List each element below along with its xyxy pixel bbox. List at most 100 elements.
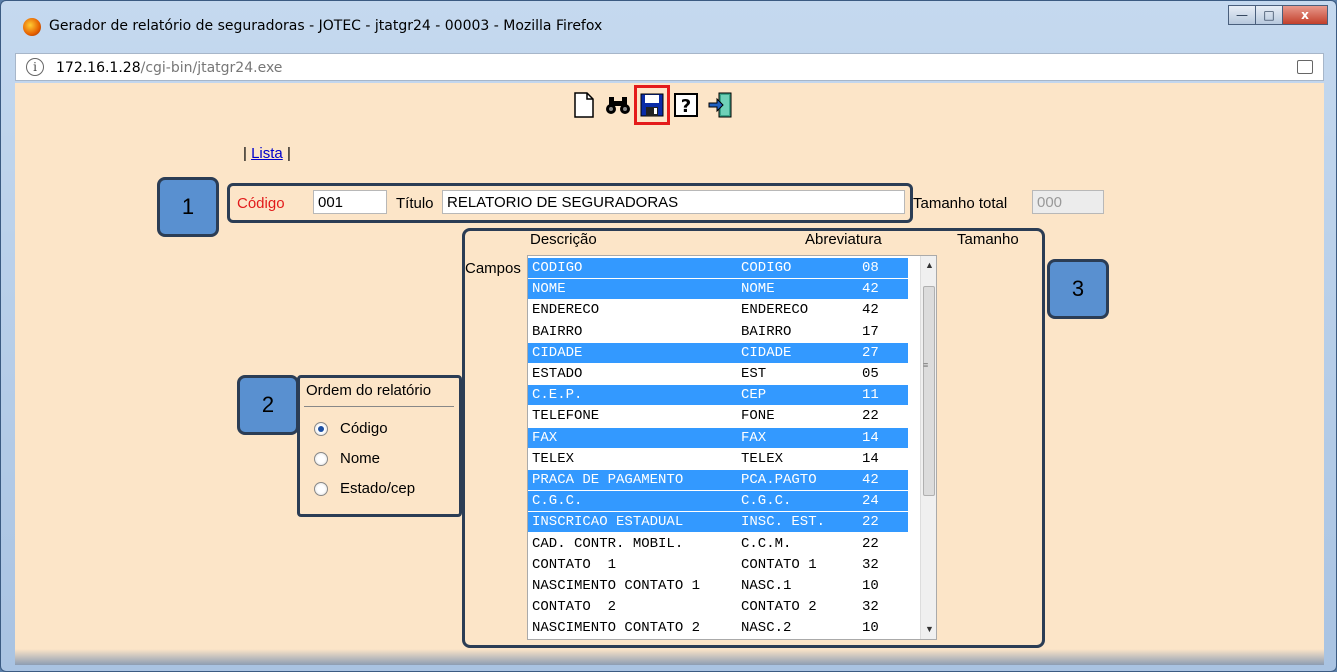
callout-box-2: Ordem do relatório Código Nome Estado/ce… bbox=[297, 375, 462, 517]
field-size: 17 bbox=[862, 323, 879, 340]
tamanho-total-label: Tamanho total bbox=[913, 195, 1008, 212]
header-abreviatura: Abreviatura bbox=[805, 231, 882, 248]
field-row[interactable]: ENDERECO ENDERECO 42 bbox=[528, 300, 908, 320]
field-row[interactable]: CIDADE CIDADE 27 bbox=[528, 342, 908, 363]
help-icon[interactable]: ? bbox=[672, 89, 700, 121]
field-size: 24 bbox=[862, 493, 879, 510]
field-row[interactable]: C.E.P. CEP 11 bbox=[528, 385, 908, 406]
field-abbr: C.G.C. bbox=[741, 493, 792, 510]
callout-badge-2: 2 bbox=[237, 375, 299, 435]
codigo-input[interactable]: 001 bbox=[313, 190, 387, 214]
scroll-up-icon[interactable]: ▲ bbox=[925, 260, 934, 270]
order-radio-nome[interactable] bbox=[314, 452, 328, 466]
field-size: 22 bbox=[862, 535, 879, 552]
listbox-scrollbar[interactable]: ▲ ≡ ▼ bbox=[920, 256, 936, 639]
nav-links: | Lista | bbox=[243, 145, 291, 162]
field-row[interactable]: CONTATO 1 CONTATO 1 32 bbox=[528, 555, 908, 575]
field-abbr: EST bbox=[741, 366, 767, 382]
search-binoculars-icon[interactable] bbox=[604, 89, 632, 121]
nav-separator: | bbox=[243, 145, 247, 162]
reader-view-icon[interactable] bbox=[1297, 60, 1313, 74]
field-desc: BAIRRO bbox=[532, 323, 583, 340]
nav-separator: | bbox=[286, 145, 291, 162]
field-abbr: NASC.2 bbox=[741, 620, 792, 637]
field-abbr: C.C.M. bbox=[741, 535, 792, 552]
field-size: 10 bbox=[862, 578, 879, 594]
site-info-icon[interactable]: i bbox=[26, 58, 44, 76]
field-row[interactable]: TELEX TELEX 14 bbox=[528, 449, 908, 469]
field-row[interactable]: TELEFONE FONE 22 bbox=[528, 406, 908, 426]
minimize-button[interactable]: — bbox=[1228, 5, 1256, 25]
page-content: ? | Lista | Código 001 Título RELATORIO … bbox=[15, 83, 1324, 665]
field-row[interactable]: INSCRICAO ESTADUAL INSC. EST. 22 bbox=[528, 512, 908, 533]
address-bar[interactable]: i 172.16.1.28/cgi-bin/jtatgr24.exe bbox=[15, 53, 1324, 81]
field-size: 42 bbox=[862, 302, 879, 319]
window-title: Gerador de relatório de seguradoras - JO… bbox=[49, 18, 603, 34]
browser-window: Gerador de relatório de seguradoras - JO… bbox=[0, 0, 1337, 672]
field-size: 14 bbox=[862, 450, 879, 467]
new-document-icon[interactable] bbox=[570, 89, 598, 121]
maximize-button[interactable]: □ bbox=[1255, 5, 1283, 25]
order-radio-estado-cep[interactable] bbox=[314, 482, 328, 496]
field-desc: FAX bbox=[532, 429, 558, 446]
field-desc: C.E.P. bbox=[532, 387, 583, 404]
firefox-icon bbox=[23, 18, 41, 36]
scroll-grip-icon: ≡ bbox=[923, 360, 929, 370]
field-desc: CONTATO 2 bbox=[532, 599, 617, 616]
field-row[interactable]: CODIGO CODIGO 08 bbox=[528, 258, 908, 278]
field-abbr: CIDADE bbox=[741, 344, 792, 361]
order-label-codigo: Código bbox=[340, 420, 388, 437]
callout-badge-1: 1 bbox=[157, 177, 219, 237]
field-size: 10 bbox=[862, 620, 879, 637]
order-title: Ordem do relatório bbox=[306, 382, 432, 399]
field-desc: ESTADO bbox=[532, 366, 583, 382]
order-label-nome: Nome bbox=[340, 450, 381, 467]
order-divider bbox=[304, 406, 454, 407]
url-path: /cgi-bin/jtatgr24.exe bbox=[140, 60, 283, 76]
url-text[interactable]: 172.16.1.28/cgi-bin/jtatgr24.exe bbox=[56, 60, 282, 76]
field-abbr: CEP bbox=[741, 387, 767, 404]
lista-link[interactable]: Lista bbox=[251, 145, 283, 162]
toolbar: ? bbox=[570, 85, 734, 125]
field-desc: NASCIMENTO CONTATO 2 bbox=[532, 620, 701, 637]
field-abbr: CONTATO 2 bbox=[741, 599, 817, 616]
field-row[interactable]: FAX FAX 14 bbox=[528, 427, 908, 448]
field-size: 27 bbox=[862, 344, 879, 361]
field-size: 05 bbox=[862, 366, 879, 382]
scroll-thumb[interactable] bbox=[923, 286, 935, 496]
field-desc: CIDADE bbox=[532, 344, 583, 361]
field-size: 32 bbox=[862, 599, 879, 616]
exit-icon[interactable] bbox=[706, 89, 734, 121]
field-row[interactable]: NASCIMENTO CONTATO 1 NASC.1 10 bbox=[528, 576, 908, 596]
scroll-down-icon[interactable]: ▼ bbox=[925, 624, 934, 634]
order-radio-codigo[interactable] bbox=[314, 422, 328, 436]
url-host: 172.16.1.28 bbox=[56, 60, 141, 76]
field-row[interactable]: NOME NOME 42 bbox=[528, 279, 908, 300]
field-size: 42 bbox=[862, 281, 879, 298]
field-abbr: CODIGO bbox=[741, 260, 792, 276]
close-button[interactable]: x bbox=[1282, 5, 1328, 25]
field-size: 11 bbox=[862, 387, 879, 404]
field-row[interactable]: CAD. CONTR. MOBIL. C.C.M. 22 bbox=[528, 534, 908, 554]
field-row[interactable]: ESTADO EST 05 bbox=[528, 364, 908, 384]
save-disk-icon[interactable] bbox=[634, 85, 670, 125]
field-row[interactable]: BAIRRO BAIRRO 17 bbox=[528, 322, 908, 342]
window-controls: — □ x bbox=[1228, 5, 1328, 25]
tamanho-total-input: 000 bbox=[1032, 190, 1104, 214]
field-row[interactable]: PRACA DE PAGAMENTO PCA.PAGTO 42 bbox=[528, 470, 908, 490]
codigo-label: Código bbox=[237, 195, 285, 212]
field-row[interactable]: NASCIMENTO CONTATO 2 NASC.2 10 bbox=[528, 618, 908, 638]
field-desc: INSCRICAO ESTADUAL bbox=[532, 514, 684, 531]
svg-text:?: ? bbox=[681, 96, 691, 117]
title-bar: Gerador de relatório de seguradoras - JO… bbox=[1, 1, 1336, 53]
field-row[interactable]: CONTATO 2 CONTATO 2 32 bbox=[528, 597, 908, 617]
field-row[interactable]: C.G.C. C.G.C. 24 bbox=[528, 491, 908, 512]
header-descricao: Descrição bbox=[530, 231, 597, 248]
field-desc: ENDERECO bbox=[532, 302, 600, 319]
titulo-input[interactable]: RELATORIO DE SEGURADORAS bbox=[442, 190, 905, 214]
field-size: 22 bbox=[862, 514, 879, 531]
field-abbr: PCA.PAGTO bbox=[741, 472, 817, 488]
field-abbr: FAX bbox=[741, 429, 767, 446]
fields-listbox[interactable]: CODIGO CODIGO 08 NOME NOME 42 ENDERECO ENDERECO… bbox=[527, 255, 937, 640]
field-desc: NASCIMENTO CONTATO 1 bbox=[532, 578, 701, 594]
